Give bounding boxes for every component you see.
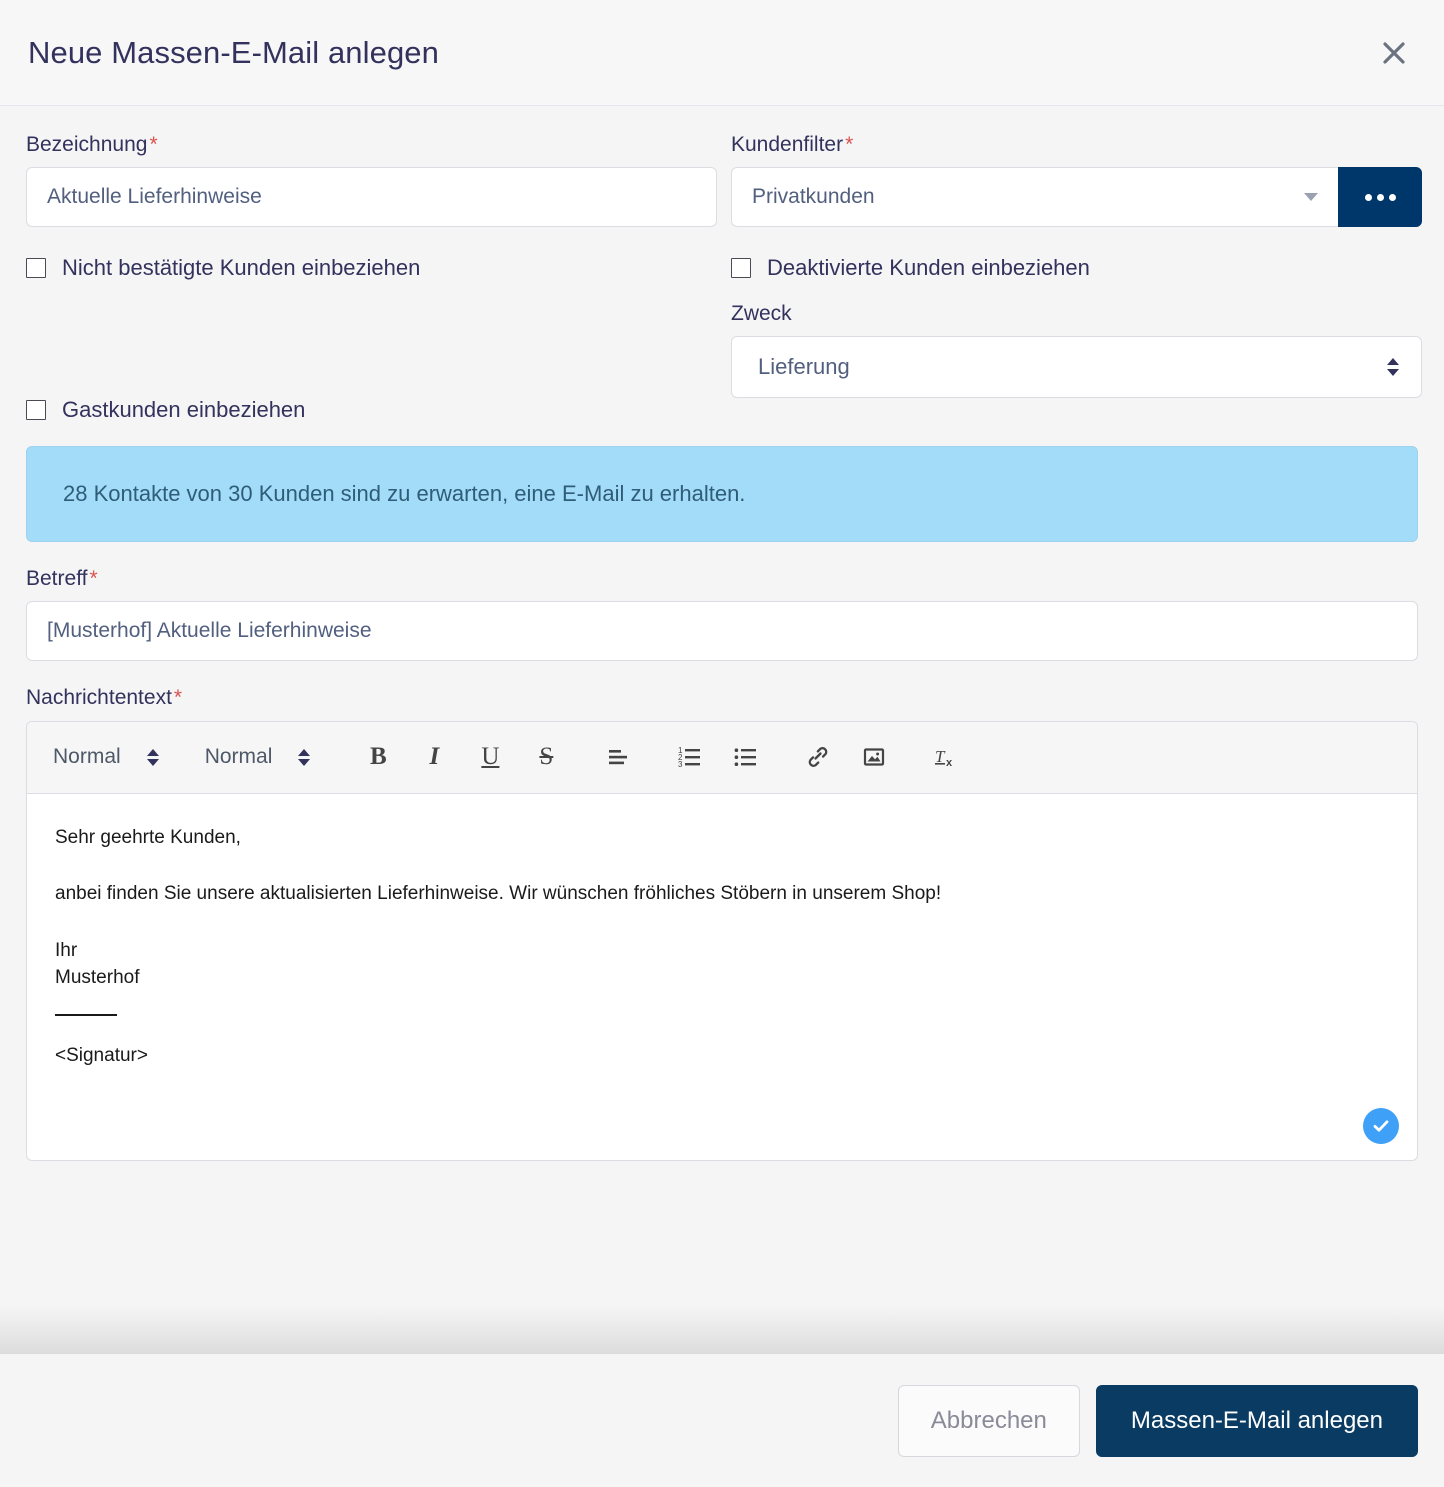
checkbox-label-unconfirmed: Nicht bestätigte Kunden einbeziehen: [62, 255, 421, 281]
nachrichtentext-field-group: Nachrichtentext* Normal Normal B I U S 1…: [26, 685, 1418, 1161]
close-icon[interactable]: [1374, 33, 1414, 73]
editor-paragraph-sender: Musterhof: [55, 967, 140, 989]
editor-font-select-value: Normal: [204, 745, 273, 769]
betreff-field-group: Betreff*: [26, 566, 1418, 662]
kundenfilter-combo: Privatkunden: [731, 167, 1422, 228]
betreff-label-text: Betreff: [26, 567, 88, 591]
zweck-field-group: Zweck Lieferung: [731, 301, 1422, 423]
svg-text:3: 3: [678, 760, 683, 769]
spinner-arrows-icon: [146, 748, 159, 766]
spinner-arrows-icon: [298, 748, 311, 766]
bezeichnung-input[interactable]: [26, 167, 717, 228]
form-row-2: Nicht bestätigte Kunden einbeziehen Deak…: [26, 227, 1418, 281]
caret-down-icon: [1387, 369, 1399, 377]
cancel-button[interactable]: Abbrechen: [897, 1384, 1080, 1457]
kundenfilter-more-button[interactable]: [1338, 167, 1422, 228]
zweck-label: Zweck: [731, 302, 792, 326]
italic-icon[interactable]: I: [412, 735, 456, 779]
underline-icon[interactable]: U: [468, 735, 512, 779]
zweck-selected-value: Lieferung: [758, 354, 850, 380]
caret-up-icon: [298, 748, 311, 756]
unconfirmed-customers-group: Nicht bestätigte Kunden einbeziehen: [26, 227, 717, 281]
checkmark-icon: [1363, 1107, 1399, 1144]
modal-header: Neue Massen-E-Mail anlegen: [0, 0, 1444, 106]
kundenfilter-selected-value: Privatkunden: [752, 185, 875, 209]
editor-font-select[interactable]: Normal: [205, 745, 311, 769]
editor-paragraph-closing: Ihr: [55, 939, 78, 961]
required-asterisk: *: [845, 133, 854, 156]
checkbox-label-deactivated: Deaktivierte Kunden einbeziehen: [767, 255, 1090, 281]
signature-divider: [55, 1013, 117, 1016]
editor-toolbar: Normal Normal B I U S 1 2 3 T x: [27, 721, 1417, 794]
nachrichtentext-label: Nachrichtentext*: [26, 685, 1418, 710]
betreff-input[interactable]: [26, 601, 1418, 662]
checkbox-row-deactivated[interactable]: Deaktivierte Kunden einbeziehen: [731, 255, 1422, 281]
page-title: Neue Massen-E-Mail anlegen: [28, 34, 439, 70]
required-asterisk: *: [173, 686, 183, 710]
submit-bulk-email-button[interactable]: Massen-E-Mail anlegen: [1095, 1384, 1418, 1457]
caret-up-icon: [1387, 358, 1399, 366]
required-asterisk: *: [149, 133, 158, 156]
checkbox-label-guest: Gastkunden einbeziehen: [62, 397, 306, 423]
modal-body: Bezeichnung* Kundenfilter* Privatkunden: [0, 106, 1444, 1354]
expected-recipients-text: 28 Kontakte von 30 Kunden sind zu erwart…: [63, 481, 746, 507]
rich-text-editor: Normal Normal B I U S 1 2 3 T x Sehr gee…: [26, 720, 1418, 1161]
clear-format-icon[interactable]: T x: [924, 735, 968, 779]
svg-text:x: x: [946, 757, 953, 769]
modal-footer: Abbrechen Massen-E-Mail anlegen: [0, 1306, 1444, 1487]
zweck-select[interactable]: Lieferung: [731, 336, 1422, 399]
checkbox-row-unconfirmed[interactable]: Nicht bestätigte Kunden einbeziehen: [26, 255, 717, 281]
bullet-list-icon[interactable]: [724, 735, 768, 779]
kundenfilter-select[interactable]: Privatkunden: [731, 167, 1338, 228]
create-bulk-email-modal: Neue Massen-E-Mail anlegen Bezeichnung* …: [0, 0, 1444, 1487]
kundenfilter-label-text: Kundenfilter: [731, 133, 844, 156]
checkbox-unconfirmed-customers[interactable]: [26, 258, 46, 279]
required-asterisk: *: [89, 567, 98, 591]
expected-recipients-alert: 28 Kontakte von 30 Kunden sind zu erwart…: [26, 446, 1418, 543]
nachrichtentext-label-text: Nachrichtentext: [26, 686, 172, 710]
guest-customers-group: Gastkunden einbeziehen: [26, 281, 717, 423]
editor-paragraph-main: anbei finden Sie unsere aktualisierten L…: [55, 883, 942, 905]
editor-content-area[interactable]: Sehr geehrte Kunden, anbei finden Sie un…: [27, 794, 1417, 1160]
editor-header-select-value: Normal: [53, 745, 121, 769]
link-icon[interactable]: [796, 735, 840, 779]
spinner-arrows-icon: [1387, 358, 1399, 377]
form-row-1: Bezeichnung* Kundenfilter* Privatkunden: [26, 132, 1422, 228]
strikethrough-icon[interactable]: S: [524, 735, 568, 779]
editor-header-select[interactable]: Normal: [53, 745, 159, 769]
deactivated-customers-group: Deaktivierte Kunden einbeziehen: [731, 227, 1422, 281]
bezeichnung-field-group: Bezeichnung*: [26, 132, 717, 228]
ellipsis-icon-dot: [1364, 193, 1372, 201]
checkbox-guest-customers[interactable]: [26, 400, 46, 421]
checkbox-deactivated-customers[interactable]: [731, 258, 751, 279]
chevron-down-icon: [1304, 193, 1318, 202]
editor-paragraph-signature: <Signatur>: [55, 1044, 148, 1066]
caret-up-icon: [146, 748, 159, 756]
betreff-label: Betreff*: [26, 566, 1418, 591]
checkbox-row-guest[interactable]: Gastkunden einbeziehen: [26, 397, 717, 423]
caret-down-icon: [298, 758, 311, 766]
bezeichnung-label-text: Bezeichnung: [26, 133, 148, 156]
bold-icon[interactable]: B: [356, 735, 400, 779]
bezeichnung-label: Bezeichnung*: [26, 132, 717, 157]
image-icon[interactable]: [852, 735, 896, 779]
ellipsis-icon-dot: [1376, 193, 1384, 201]
ordered-list-icon[interactable]: 1 2 3: [668, 735, 712, 779]
caret-down-icon: [146, 758, 159, 766]
ellipsis-icon-dot: [1388, 193, 1396, 201]
editor-paragraph-greeting: Sehr geehrte Kunden,: [55, 826, 241, 848]
kundenfilter-label: Kundenfilter*: [731, 132, 1422, 157]
align-left-icon[interactable]: [596, 735, 640, 779]
kundenfilter-field-group: Kundenfilter* Privatkunden: [731, 132, 1422, 228]
form-row-3: Gastkunden einbeziehen Zweck Lieferung: [26, 281, 1422, 423]
